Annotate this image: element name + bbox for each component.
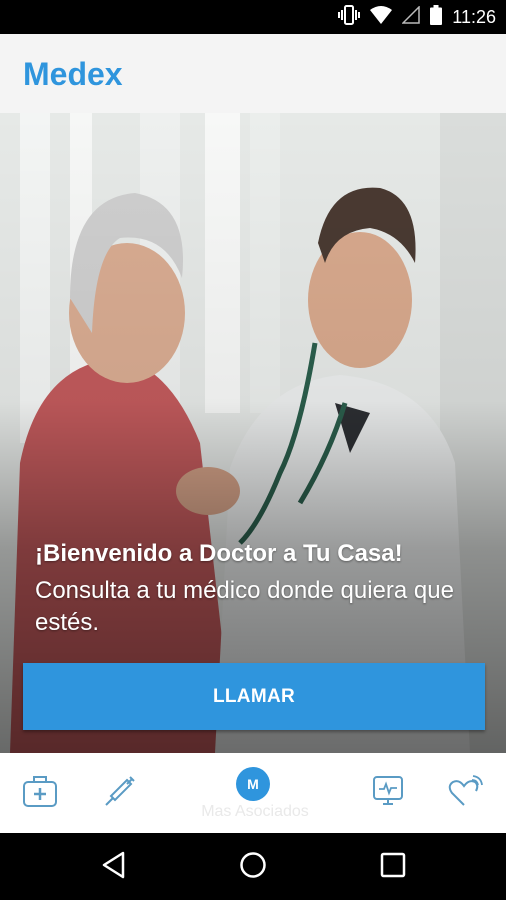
status-icons: 11:26 [338,4,496,30]
nav-medex-home[interactable]: M [228,753,278,833]
app-bar: Medex [0,34,506,113]
call-button[interactable]: LLAMAR [23,663,485,730]
home-button[interactable] [237,851,269,883]
nav-heart[interactable] [444,753,488,833]
back-icon [101,851,127,884]
app-title: Medex [23,56,123,92]
system-nav-bar [0,833,506,900]
signal-icon [401,4,421,29]
heart-wireless-icon [448,774,484,813]
wifi-icon [370,5,393,29]
battery-icon [430,4,443,30]
nav-syringe[interactable] [98,753,142,833]
hero-banner: ¡Bienvenido a Doctor a Tu Casa! Consulta… [0,113,506,753]
nav-medical-kit[interactable] [18,753,62,833]
nav-center-label: Mas Asociados [201,803,309,820]
medex-logo: M [236,767,270,801]
monitor-icon [371,774,405,813]
home-icon [239,851,267,884]
recents-icon [380,852,406,883]
medex-logo-letter: M [247,776,259,792]
recents-button[interactable] [377,851,409,883]
nav-monitor[interactable] [366,753,410,833]
bottom-nav: M Mas Asociados [0,753,506,833]
welcome-subtitle: Consulta a tu médico donde quiera que es… [35,577,454,636]
syringe-icon [103,774,137,813]
back-button[interactable] [98,851,130,883]
medical-kit-icon [22,774,58,813]
hero-overlay [0,113,506,753]
clock: 11:26 [452,6,496,27]
welcome-heading: ¡Bienvenido a Doctor a Tu Casa! [35,540,403,567]
status-bar: 11:26 [0,0,506,34]
vibrate-icon [338,4,361,30]
